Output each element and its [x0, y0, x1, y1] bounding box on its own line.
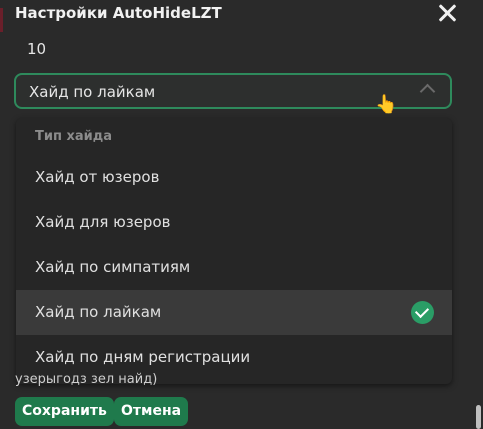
cancel-button[interactable]: Отмена [114, 397, 189, 426]
option-label: Хайд для юзеров [35, 213, 171, 231]
option-label: Хайд от юзеров [35, 168, 160, 186]
save-button[interactable]: Сохранить [15, 397, 114, 426]
number-input[interactable]: 10 [27, 40, 46, 58]
option-hide-for-users[interactable]: Хайд для юзеров [16, 200, 452, 245]
close-icon[interactable] [436, 2, 458, 24]
hint-text: узерыгодз зел найд) [15, 372, 158, 387]
option-hide-by-sympathies[interactable]: Хайд по симпатиям [16, 245, 452, 290]
scrollbar-track[interactable] [474, 0, 483, 429]
option-hide-by-likes[interactable]: Хайд по лайкам [16, 290, 452, 335]
chevron-up-icon [419, 83, 436, 100]
dropdown-menu: Тип хайда Хайд от юзеров Хайд для юзеров… [16, 118, 452, 384]
option-label: Хайд по лайкам [35, 303, 162, 321]
hand-pointer-icon: 👆 [375, 94, 398, 115]
check-circle-icon [411, 301, 434, 324]
option-label: Хайд по симпатиям [35, 258, 191, 276]
option-label: Хайд по дням регистрации [35, 348, 251, 366]
dialog-title: Настройки AutoHideLZT [15, 4, 222, 22]
option-hide-from-users[interactable]: Хайд от юзеров [16, 155, 452, 200]
left-edge-strip [0, 8, 3, 32]
select-value: Хайд по лайкам [29, 83, 156, 101]
dropdown-header: Тип хайда [35, 129, 113, 144]
scrollbar-thumb[interactable] [476, 405, 481, 429]
